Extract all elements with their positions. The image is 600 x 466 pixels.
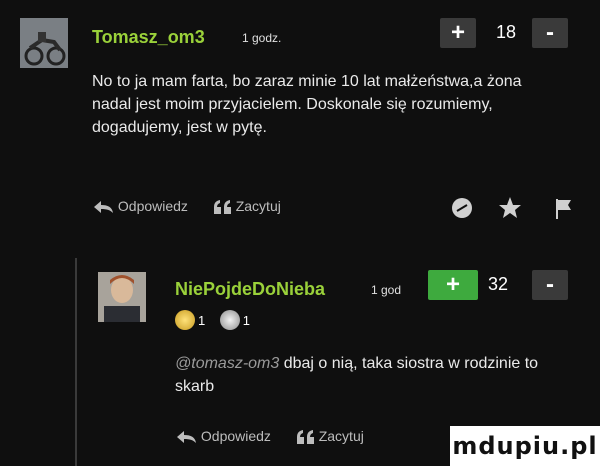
- vote-count: 32: [488, 274, 509, 294]
- quote-button[interactable]: Zacytuj: [296, 428, 364, 445]
- gold-badge-icon: [175, 310, 195, 330]
- quote-button[interactable]: Zacytuj: [213, 198, 281, 215]
- avatar[interactable]: [98, 272, 146, 322]
- user-badges: 1 1: [175, 310, 260, 334]
- reply-arrow-icon: [94, 201, 113, 214]
- comment-actions: Odpowiedz Zacytuj: [175, 428, 386, 445]
- timestamp: 1 godz.: [242, 31, 282, 45]
- username[interactable]: NiePojdeDoNieba: [175, 279, 325, 300]
- downvote-button[interactable]: -: [532, 270, 568, 300]
- silver-badge-icon: [219, 310, 240, 330]
- timestamp: 1 god: [371, 283, 402, 297]
- reply-arrow-icon: [177, 431, 196, 444]
- reply-button[interactable]: Odpowiedz: [175, 428, 271, 444]
- quote-label: Zacytuj: [318, 428, 364, 444]
- badge-count: 1: [198, 312, 206, 328]
- badge-count: 1: [242, 312, 250, 328]
- comment: Tomasz_om3 1 godz. + 18 - No to ja mam f…: [0, 0, 600, 230]
- upvote-button[interactable]: +: [440, 18, 476, 48]
- user-mention[interactable]: @tomasz-om3: [175, 355, 279, 372]
- avatar[interactable]: [20, 18, 68, 68]
- username[interactable]: Tomasz_om3: [92, 27, 205, 48]
- upvote-button[interactable]: +: [428, 270, 478, 300]
- comment-actions: Odpowiedz Zacytuj: [92, 198, 303, 215]
- comment-icon[interactable]: [450, 196, 474, 220]
- comment-tools: [450, 196, 573, 225]
- reply-label: Odpowiedz: [200, 428, 271, 444]
- quote-icon: [296, 430, 314, 445]
- flag-icon[interactable]: [555, 198, 573, 220]
- comment-text: No to ja mam farta, bo zaraz minie 10 la…: [92, 73, 522, 136]
- comment-text: @tomasz-om3 dbaj o nią, taka siostra w r…: [175, 352, 565, 398]
- quote-icon: [213, 200, 231, 215]
- vote-count: 18: [496, 22, 517, 42]
- downvote-button[interactable]: -: [532, 18, 568, 48]
- star-icon[interactable]: [498, 196, 522, 220]
- reply-button[interactable]: Odpowiedz: [92, 198, 188, 214]
- reply-label: Odpowiedz: [117, 198, 188, 214]
- watermark-logo: mdupiu.pl: [450, 426, 600, 466]
- quote-label: Zacytuj: [235, 198, 281, 214]
